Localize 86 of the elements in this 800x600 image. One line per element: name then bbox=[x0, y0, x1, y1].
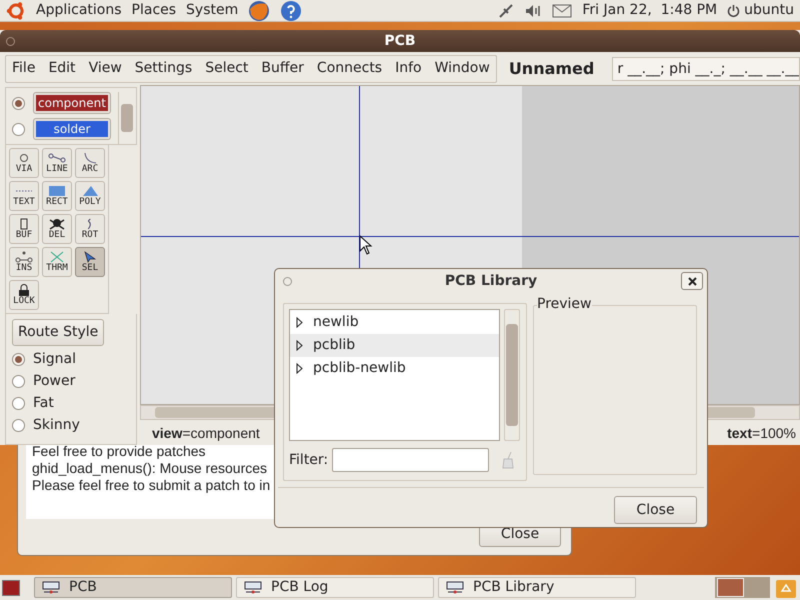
layer-button[interactable]: component bbox=[33, 92, 111, 114]
scrollbar[interactable] bbox=[118, 92, 134, 144]
user-name[interactable]: ubuntu bbox=[744, 0, 794, 21]
help-icon[interactable] bbox=[280, 0, 302, 22]
radio-button[interactable] bbox=[12, 397, 25, 410]
line-icon bbox=[48, 152, 66, 164]
radio-label[interactable]: Skinny bbox=[33, 415, 80, 436]
menu-item[interactable]: Connects bbox=[316, 58, 382, 79]
chip-icon bbox=[41, 580, 61, 596]
close-button[interactable] bbox=[681, 272, 703, 290]
file-name: Unnamed bbox=[508, 58, 594, 80]
tree-row[interactable]: newlib bbox=[290, 311, 499, 334]
window-menu-icon[interactable] bbox=[6, 36, 15, 46]
show-desktop-icon[interactable] bbox=[2, 580, 20, 596]
menu-item[interactable]: Info bbox=[395, 58, 422, 79]
log-line: Please feel free to submit a patch to in bbox=[32, 477, 270, 494]
clock[interactable]: Fri Jan 22, 1:48 PM bbox=[582, 0, 718, 21]
route-style-button[interactable]: Route Style bbox=[12, 319, 104, 346]
tool-button[interactable]: LINE bbox=[42, 148, 72, 178]
radio-button[interactable] bbox=[12, 419, 25, 432]
power-icon[interactable] bbox=[727, 4, 740, 18]
log-line: ghid_load_menus(): Mouse resources bbox=[32, 460, 268, 477]
tool-button[interactable]: INS bbox=[9, 247, 39, 277]
panel-menu[interactable]: Places bbox=[132, 0, 176, 21]
taskbar-button[interactable]: PCB bbox=[34, 577, 232, 598]
tool-button[interactable]: TEXT bbox=[9, 181, 39, 211]
tool-button[interactable]: RECT bbox=[42, 181, 72, 211]
cross-icon bbox=[48, 251, 66, 263]
tool-button[interactable]: POLY bbox=[75, 181, 105, 211]
vertical-scrollbar[interactable] bbox=[504, 309, 520, 441]
layer-button[interactable]: solder bbox=[33, 118, 111, 140]
radio-button[interactable] bbox=[12, 353, 25, 366]
status-text: text=100% bbox=[727, 424, 796, 443]
expander-icon[interactable] bbox=[296, 317, 303, 328]
close-button[interactable]: Close bbox=[614, 496, 697, 524]
taskbar-button[interactable]: PCB Library bbox=[438, 577, 636, 598]
chip-icon bbox=[243, 580, 263, 596]
menu-item[interactable]: Window bbox=[434, 58, 490, 79]
dialog-title: PCB Library bbox=[444, 272, 538, 290]
filter-field[interactable] bbox=[332, 448, 490, 472]
tool-button[interactable]: LOCK bbox=[9, 280, 39, 310]
tool-button[interactable]: ROT bbox=[75, 214, 105, 244]
tool-button[interactable]: VIA bbox=[9, 148, 39, 178]
menu-item[interactable]: Edit bbox=[48, 58, 76, 79]
skull-icon bbox=[48, 218, 66, 230]
tool-button[interactable]: SEL bbox=[75, 247, 105, 277]
tool-button[interactable]: DEL bbox=[42, 214, 72, 244]
expander-icon[interactable] bbox=[296, 340, 303, 351]
filter-label: Filter: bbox=[289, 450, 328, 470]
menu-item[interactable]: File bbox=[12, 58, 36, 79]
cursor-position-field: r __.__; phi __._; __.__ __.__ bbox=[612, 56, 800, 80]
radio-button[interactable] bbox=[12, 122, 25, 136]
radio-label[interactable]: Signal bbox=[33, 349, 76, 370]
radio-button[interactable] bbox=[12, 375, 25, 388]
taskbar-button[interactable]: PCB Log bbox=[236, 577, 434, 598]
dots-icon bbox=[15, 251, 33, 263]
rotate-arrow-icon bbox=[87, 218, 93, 230]
log-line: Feel free to provide patches bbox=[32, 443, 206, 460]
panel-menu[interactable]: Applications bbox=[36, 0, 122, 21]
mouse-pointer-icon bbox=[359, 235, 373, 255]
window-title: PCB bbox=[384, 32, 416, 50]
tool-button[interactable]: ARC bbox=[75, 148, 105, 178]
triangle-icon bbox=[81, 185, 99, 197]
chip-icon bbox=[445, 580, 465, 596]
menu-item[interactable]: Settings bbox=[134, 58, 192, 79]
radio-label[interactable]: Fat bbox=[33, 393, 54, 414]
tree-row[interactable]: pcblib bbox=[290, 334, 499, 357]
radio-button[interactable] bbox=[12, 96, 25, 110]
menu-item[interactable]: Select bbox=[205, 58, 248, 79]
menu-item[interactable]: View bbox=[88, 58, 122, 79]
status-text: view=component bbox=[152, 424, 260, 443]
speaker-icon[interactable] bbox=[524, 2, 542, 18]
menu-item[interactable]: Buffer bbox=[261, 58, 304, 79]
panel-menu[interactable]: System bbox=[186, 0, 238, 21]
expander-icon[interactable] bbox=[296, 363, 303, 374]
close-icon bbox=[688, 276, 696, 286]
globe-icon[interactable] bbox=[248, 0, 270, 22]
tree-row[interactable]: pcblib-newlib bbox=[290, 357, 499, 380]
tool-button[interactable]: THRM bbox=[42, 247, 72, 277]
workspace-switcher[interactable] bbox=[715, 577, 770, 598]
envelope-icon[interactable] bbox=[552, 4, 572, 18]
dotted-line-icon bbox=[16, 190, 32, 192]
logo-icon bbox=[6, 0, 26, 20]
radio-label[interactable]: Power bbox=[33, 371, 76, 392]
tool-button[interactable]: BUF bbox=[9, 214, 39, 244]
rectangle-icon bbox=[48, 185, 66, 197]
